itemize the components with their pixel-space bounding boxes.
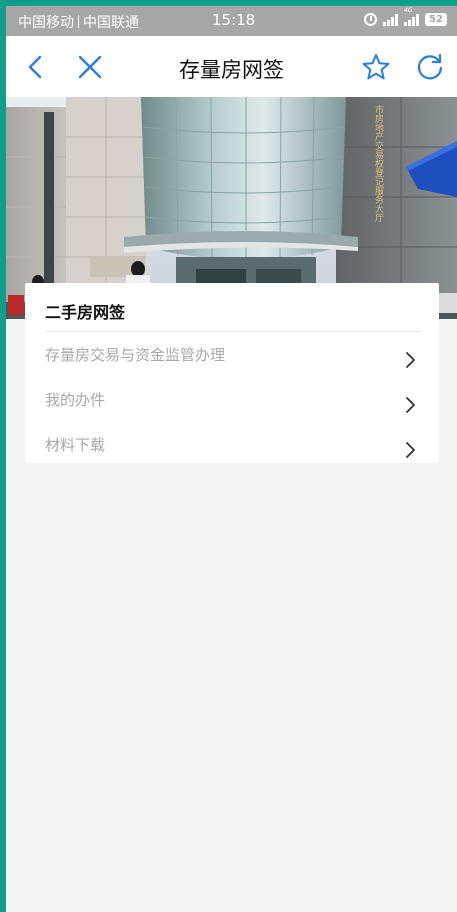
chevron-right-icon bbox=[406, 442, 415, 458]
menu-item-label: 材料下载 bbox=[45, 436, 106, 454]
favorite-button[interactable] bbox=[360, 51, 392, 83]
menu-item-label: 我的办件 bbox=[45, 391, 106, 409]
refresh-button[interactable] bbox=[414, 51, 446, 83]
alarm-icon bbox=[364, 13, 377, 26]
menu-item-existing-house-trade[interactable]: 存量房交易与资金监管办理 bbox=[25, 336, 439, 380]
app-frame: 中国移动 中国联通 15:18 4G 52 存量房网签 市房地产交易权登记服务大… bbox=[6, 6, 457, 912]
refresh-icon bbox=[417, 53, 443, 80]
back-icon bbox=[28, 55, 42, 79]
status-icons: 4G 52 bbox=[364, 7, 447, 26]
status-time: 15:18 bbox=[212, 11, 256, 29]
status-bar: 中国移动 中国联通 15:18 4G 52 bbox=[6, 6, 457, 36]
signal-4g-icon: 4G bbox=[404, 7, 419, 26]
close-icon bbox=[78, 55, 102, 79]
battery-icon: 52 bbox=[425, 13, 447, 26]
nav-bar: 存量房网签 bbox=[6, 36, 457, 97]
page-title: 存量房网签 bbox=[179, 58, 284, 82]
close-button[interactable] bbox=[74, 51, 106, 83]
carrier-1: 中国移动 bbox=[18, 15, 74, 31]
carrier-divider bbox=[78, 15, 79, 28]
menu-item-my-cases[interactable]: 我的办件 bbox=[25, 381, 439, 425]
carrier-info: 中国移动 中国联通 bbox=[18, 12, 139, 32]
carrier-2: 中国联通 bbox=[83, 15, 139, 31]
chevron-right-icon bbox=[406, 397, 415, 413]
signal-icon bbox=[383, 13, 398, 26]
card-title: 二手房网签 bbox=[45, 303, 126, 322]
menu-item-material-download[interactable]: 材料下载 bbox=[25, 426, 439, 470]
back-button[interactable] bbox=[20, 51, 52, 83]
network-tag: 4G bbox=[404, 7, 413, 14]
star-icon bbox=[362, 54, 390, 80]
menu-card: 二手房网签 存量房交易与资金监管办理 我的办件 材料下载 bbox=[25, 283, 439, 463]
building-sign: 市房地产交易权登记服务大厅 bbox=[373, 104, 384, 222]
chevron-right-icon bbox=[406, 352, 415, 368]
menu-item-label: 存量房交易与资金监管办理 bbox=[45, 346, 226, 364]
card-divider bbox=[45, 331, 421, 332]
